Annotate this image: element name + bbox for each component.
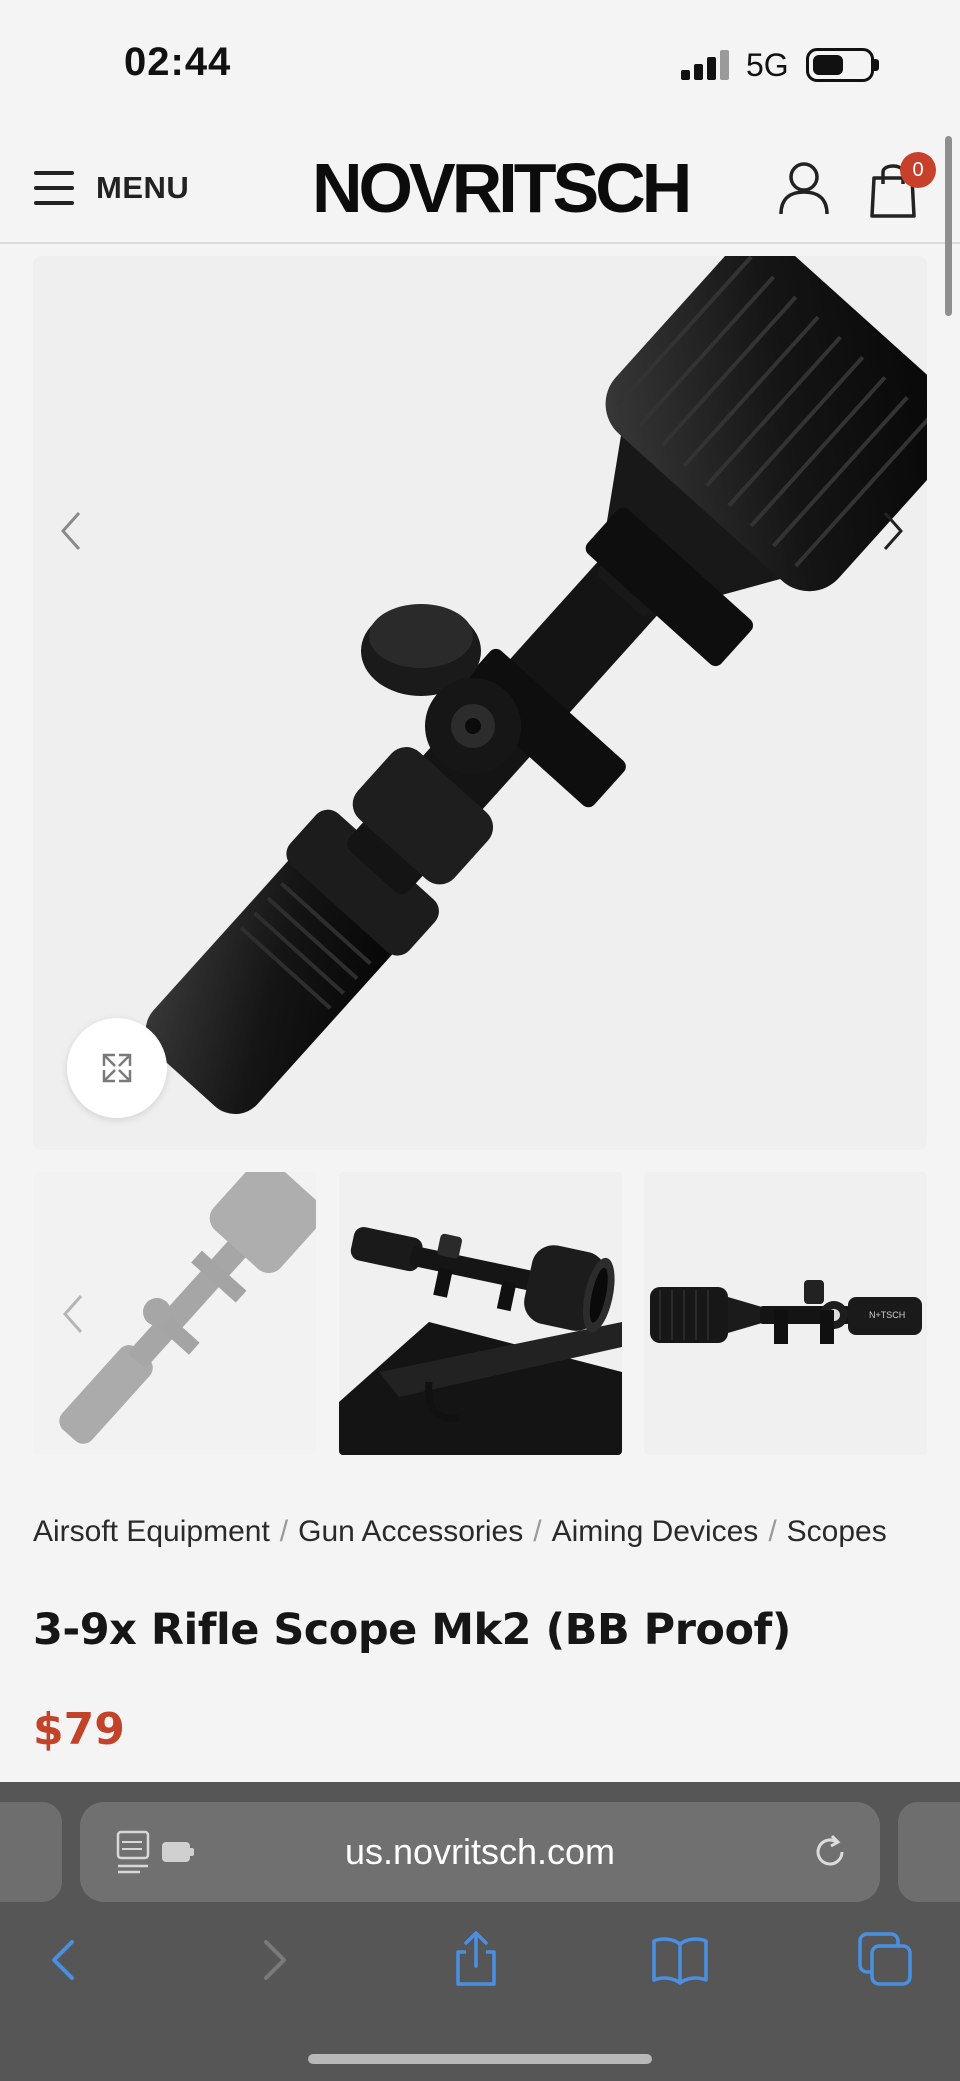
breadcrumb-separator: / (279, 1515, 289, 1548)
network-label: 5G (746, 47, 789, 83)
novritsch-logo[interactable]: NOVRITSCH (312, 149, 692, 227)
expand-button[interactable] (67, 1018, 167, 1118)
breadcrumb-item-airsoft-equipment[interactable]: Airsoft Equipment (33, 1515, 270, 1548)
product-title: 3-9x Rifle Scope Mk2 (BB Proof) (33, 1605, 791, 1655)
battery-icon (806, 48, 874, 82)
breadcrumb-item-scopes[interactable]: Scopes (787, 1515, 887, 1548)
cart-count-badge: 0 (900, 152, 936, 188)
chevron-right-icon[interactable] (873, 501, 913, 561)
reader-mode-icon[interactable] (116, 1830, 200, 1874)
browser-toolbar: us.novritsch.com (0, 1782, 960, 2081)
status-bar: 02:44 5G (0, 0, 960, 130)
address-bar[interactable]: us.novritsch.com (80, 1802, 880, 1902)
rifle-scope-image (145, 256, 927, 1115)
previous-tab-preview[interactable] (0, 1802, 62, 1902)
reload-icon[interactable] (810, 1832, 850, 1872)
battery-cap (874, 59, 879, 71)
status-time: 02:44 (124, 40, 232, 84)
next-tab-preview[interactable] (898, 1802, 960, 1902)
thumbnail-1[interactable] (33, 1172, 316, 1455)
chevron-left-icon[interactable] (51, 501, 91, 561)
breadcrumb-item-gun-accessories[interactable]: Gun Accessories (298, 1515, 523, 1548)
battery-level (813, 55, 843, 75)
thumbnail-chevron-left-icon[interactable] (53, 1284, 93, 1344)
thumbnail-3[interactable]: N+TSCH (644, 1172, 927, 1455)
menu-label: MENU (96, 170, 190, 205)
product-price: $79 (33, 1704, 125, 1755)
breadcrumb-separator: / (768, 1515, 777, 1548)
thumbnail-scope-on-rifle (339, 1227, 622, 1455)
hamburger-icon (34, 171, 74, 205)
page-scrollbar[interactable] (945, 136, 952, 316)
thumbnail-brand-mark: N+TSCH (869, 1310, 905, 1320)
account-icon[interactable] (778, 160, 830, 216)
share-icon[interactable] (446, 1930, 506, 1990)
url-text: us.novritsch.com (344, 1831, 616, 1872)
expand-icon (102, 1053, 132, 1083)
thumbnail-2[interactable] (339, 1172, 622, 1455)
menu-button[interactable]: MENU (34, 160, 189, 216)
breadcrumb: Airsoft Equipment / Gun Accessories / Aiming… (33, 1515, 933, 1549)
site-header: MENU NOVRITSCH (0, 130, 960, 244)
forward-icon[interactable] (244, 1930, 304, 1990)
signal-bars-icon (681, 50, 731, 80)
breadcrumb-item-aiming-devices[interactable]: Aiming Devices (552, 1515, 759, 1548)
bookmarks-icon[interactable] (650, 1930, 710, 1990)
breadcrumb-separator: / (533, 1515, 542, 1548)
tabs-icon[interactable] (856, 1930, 916, 1990)
back-icon[interactable] (34, 1930, 94, 1990)
home-indicator[interactable] (308, 2054, 652, 2064)
thumbnail-scope-side: N+TSCH (650, 1280, 922, 1344)
logo-text: NOVRITSCH (312, 149, 692, 227)
main-product-image[interactable] (33, 256, 927, 1150)
